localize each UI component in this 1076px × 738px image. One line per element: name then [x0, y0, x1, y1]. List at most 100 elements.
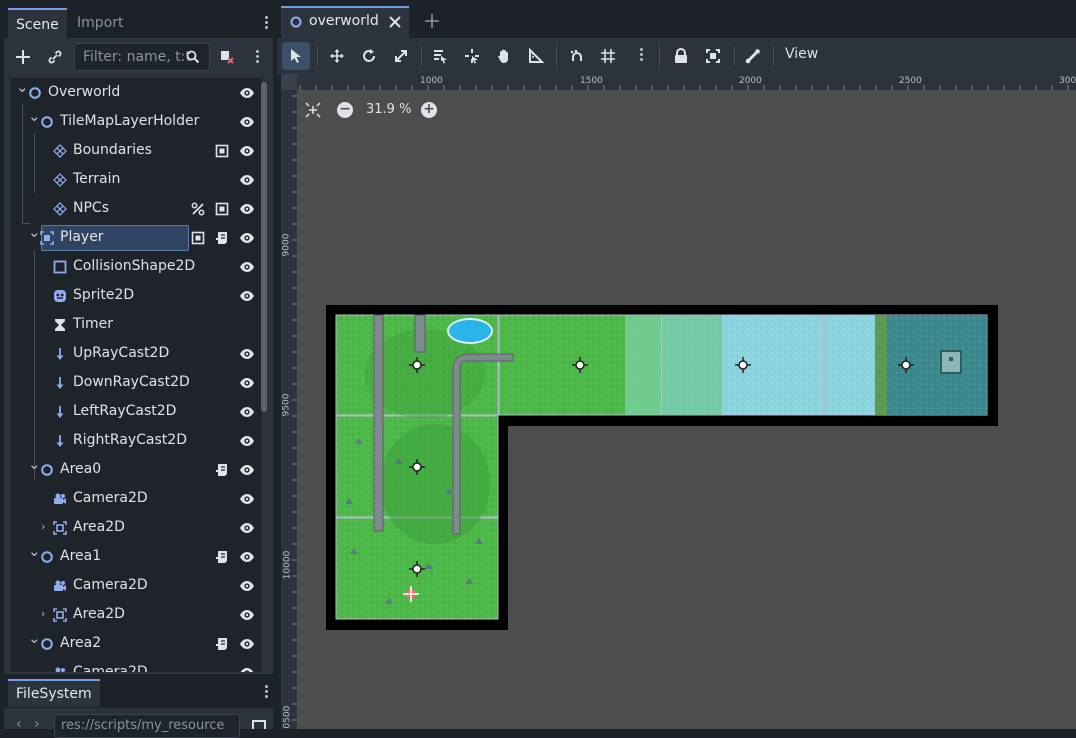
pan-mode-button[interactable]	[490, 42, 518, 70]
tab-filesystem[interactable]: FileSystem	[8, 679, 100, 707]
close-icon[interactable]	[389, 16, 401, 28]
pivot-mode-button[interactable]	[458, 42, 486, 70]
instance-scene-button[interactable]	[42, 44, 68, 70]
rotate-mode-button[interactable]	[355, 42, 383, 70]
visibility-eye-icon[interactable]	[239, 521, 255, 535]
script-icon[interactable]	[215, 637, 229, 651]
view-menu[interactable]: View	[785, 46, 818, 62]
visibility-eye-icon[interactable]	[239, 666, 255, 672]
visibility-eye-icon[interactable]	[239, 289, 255, 303]
scale-mode-button[interactable]	[387, 42, 415, 70]
move-mode-button[interactable]	[323, 42, 351, 70]
collapse-arrow-icon[interactable]: ⌄	[16, 80, 26, 94]
visibility-eye-icon[interactable]	[239, 637, 255, 651]
tree-row-collisionshape2d[interactable]: CollisionShape2D	[10, 253, 262, 282]
visibility-eye-icon[interactable]	[239, 231, 255, 245]
visibility-eye-icon[interactable]	[239, 463, 255, 477]
tree-row-label: Area2D	[73, 519, 125, 535]
group-button[interactable]	[699, 42, 727, 70]
group-icon[interactable]	[215, 202, 229, 216]
tree-row-area0[interactable]: ⌄Area0	[10, 456, 262, 485]
visibility-eye-icon[interactable]	[239, 202, 255, 216]
visibility-eye-icon[interactable]	[239, 86, 255, 100]
lock-button[interactable]	[667, 42, 695, 70]
visibility-eye-icon[interactable]	[239, 144, 255, 158]
collapse-arrow-icon[interactable]: ⌄	[28, 631, 38, 645]
dock-menu-icon[interactable]	[259, 14, 273, 34]
add-node-button[interactable]	[10, 44, 36, 70]
expand-arrow-icon[interactable]: ›	[41, 520, 51, 534]
expand-arrow-icon[interactable]: ›	[41, 607, 51, 621]
tree-row-camera2d[interactable]: Camera2D	[10, 485, 262, 514]
script-icon[interactable]	[215, 231, 229, 245]
tree-row-camera2d[interactable]: Camera2D	[10, 659, 262, 672]
tree-row-area1[interactable]: ⌄Area1	[10, 543, 262, 572]
ruler-mode-button[interactable]	[522, 42, 550, 70]
tree-row-camera2d[interactable]: Camera2D	[10, 572, 262, 601]
zoom-level[interactable]: 31.9 %	[366, 102, 411, 117]
tree-row-downraycast2d[interactable]: DownRayCast2D	[10, 369, 262, 398]
visibility-eye-icon[interactable]	[239, 115, 255, 129]
scene-tabs-bar: overworld	[277, 0, 1076, 38]
tree-row-area2d[interactable]: ›Area2D	[10, 601, 262, 630]
zoom-out-icon[interactable]: −	[337, 102, 353, 118]
smart-snap-button[interactable]	[563, 42, 591, 70]
ruler-label: 10500	[282, 706, 292, 729]
tree-row-timer[interactable]: Timer	[10, 311, 262, 340]
tab-overworld[interactable]: overworld	[281, 6, 409, 38]
tree-row-upraycast2d[interactable]: UpRayCast2D	[10, 340, 262, 369]
script-icon[interactable]	[215, 463, 229, 477]
list-select-button[interactable]	[426, 42, 454, 70]
tree-row-leftraycast2d[interactable]: LeftRayCast2D	[10, 398, 262, 427]
center-view-icon[interactable]	[305, 102, 321, 118]
layout-toggle-icon[interactable]	[252, 720, 266, 729]
visibility-eye-icon[interactable]	[239, 173, 255, 187]
filesystem-menu-icon[interactable]	[259, 683, 273, 703]
raycast-icon	[53, 347, 67, 361]
add-tab-icon[interactable]	[425, 14, 439, 28]
tree-row-npcs[interactable]: NPCs	[10, 195, 262, 224]
visibility-eye-icon[interactable]	[239, 347, 255, 361]
group-icon[interactable]	[191, 231, 205, 245]
group-icon[interactable]	[215, 144, 229, 158]
back-arrow-icon[interactable]: ‹	[16, 716, 22, 732]
visibility-eye-icon[interactable]	[239, 434, 255, 448]
collapse-arrow-icon[interactable]: ⌄	[28, 457, 38, 471]
canvas-viewport[interactable]: 1000 1500 2000 2500 3000 9000 9500 10000…	[281, 74, 1076, 729]
tree-row-rightraycast2d[interactable]: RightRayCast2D	[10, 427, 262, 456]
filesystem-path-field[interactable]: res://scripts/my_resource	[54, 714, 240, 738]
tree-row-overworld[interactable]: ⌄Overworld	[10, 79, 262, 108]
collapse-arrow-icon[interactable]: ⌄	[28, 225, 38, 239]
skeleton-button[interactable]	[739, 42, 767, 70]
tree-row-label: Sprite2D	[73, 287, 134, 303]
zoom-in-icon[interactable]: +	[421, 102, 437, 118]
forward-arrow-icon[interactable]: ›	[34, 716, 40, 732]
tree-row-player[interactable]: ⌄Player	[10, 224, 262, 253]
visibility-eye-icon[interactable]	[239, 492, 255, 506]
tab-scene[interactable]: Scene	[8, 8, 67, 38]
tree-row-terrain[interactable]: Terrain	[10, 166, 262, 195]
collapse-arrow-icon[interactable]: ⌄	[28, 544, 38, 558]
scene-tree-scrollbar[interactable]	[261, 82, 267, 412]
snap-options-icon[interactable]	[634, 46, 648, 66]
tree-row-boundaries[interactable]: Boundaries	[10, 137, 262, 166]
visibility-eye-icon[interactable]	[239, 260, 255, 274]
collapse-arrow-icon[interactable]: ⌄	[28, 109, 38, 123]
tree-row-tilemaplayerholder[interactable]: ⌄TileMapLayerHolder	[10, 108, 262, 137]
tree-row-area2d[interactable]: › Area2D	[10, 514, 262, 543]
visibility-eye-icon[interactable]	[239, 376, 255, 390]
visibility-eye-icon[interactable]	[239, 608, 255, 622]
visibility-eye-icon[interactable]	[239, 579, 255, 593]
tree-row-sprite2d[interactable]: Sprite2D	[10, 282, 262, 311]
visibility-eye-icon[interactable]	[239, 550, 255, 564]
detach-script-button[interactable]	[213, 44, 239, 70]
visibility-eye-icon[interactable]	[239, 405, 255, 419]
script-icon[interactable]	[215, 550, 229, 564]
tree-row-area2[interactable]: ⌄Area2	[10, 630, 262, 659]
grid-snap-button[interactable]	[594, 42, 622, 70]
select-mode-button[interactable]	[282, 42, 310, 70]
tab-import[interactable]: Import	[69, 8, 131, 38]
scene-menu-icon[interactable]	[250, 48, 264, 68]
move-icon	[329, 48, 345, 64]
unique-name-icon[interactable]	[191, 202, 205, 216]
